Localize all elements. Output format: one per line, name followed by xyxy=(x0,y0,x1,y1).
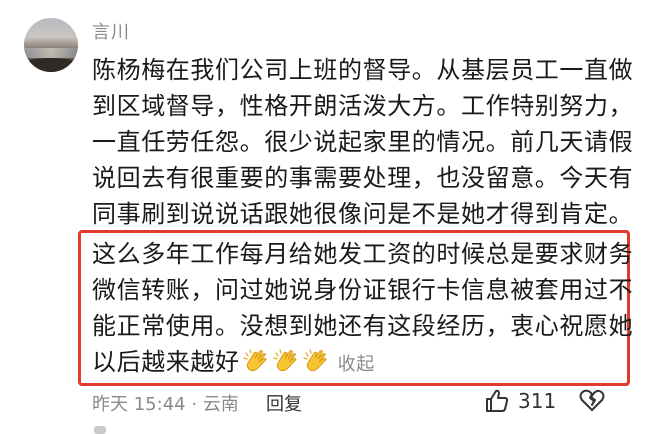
highlighted-line: 这么多年工作每月给她发工资的时候总是要求财务 xyxy=(92,240,634,268)
highlighted-line-last: 以后越来越好 收起 xyxy=(92,344,622,380)
clapping-hands-icon xyxy=(273,349,297,372)
meta-separator: · xyxy=(191,394,198,415)
comment-line: 一直任劳任怨。很少说起家里的情况。前几天请假 xyxy=(92,128,634,156)
broken-heart-icon xyxy=(579,389,605,411)
comment-line: 到区域督导，性格开朗活泼大方。工作特别努力， xyxy=(92,92,634,120)
comment-line: 陈杨梅在我们公司上班的督导。从基层员工一直做 xyxy=(92,56,634,84)
thumbs-up-icon xyxy=(486,389,509,412)
avatar-land xyxy=(24,58,78,72)
comment-time: 昨天 15:44 xyxy=(92,394,186,415)
comment-line: 同事刷到说说话跟她很像问是不是她才得到肯定。 xyxy=(92,200,634,228)
highlighted-line: 微信转账，问过她说身份证银行卡信息被套用过不 xyxy=(92,276,634,304)
like-button[interactable]: 311 xyxy=(484,386,556,416)
comment-meta: 昨天 15:44 · 云南 xyxy=(92,390,239,416)
collapse-button[interactable]: 收起 xyxy=(338,354,375,375)
dislike-button[interactable] xyxy=(578,386,606,418)
comment-line: 说回去有很重要的事需要处理，也没留意。今天有 xyxy=(92,164,634,192)
highlighted-text: 这么多年工作每月给她发工资的时候总是要求财务 微信转账，问过她说身份证银行卡信息… xyxy=(92,236,634,380)
truncated-indicator xyxy=(94,426,106,434)
avatar[interactable] xyxy=(24,18,78,72)
clapping-hands-icon xyxy=(303,349,327,372)
clapping-hands-icon xyxy=(243,349,267,372)
highlighted-line: 能正常使用。没想到她还有这段经历，衷心祝愿她 xyxy=(92,312,634,340)
username[interactable]: 言川 xyxy=(92,18,130,44)
avatar-sea xyxy=(24,48,78,58)
comment-text: 陈杨梅在我们公司上班的督导。从基层员工一直做 到区域督导，性格开朗活泼大方。工作… xyxy=(92,52,634,232)
like-count: 311 xyxy=(518,389,557,413)
highlighted-line-text: 以后越来越好 xyxy=(92,348,240,376)
reply-button[interactable]: 回复 xyxy=(266,390,302,416)
comment-location: 云南 xyxy=(202,394,239,415)
